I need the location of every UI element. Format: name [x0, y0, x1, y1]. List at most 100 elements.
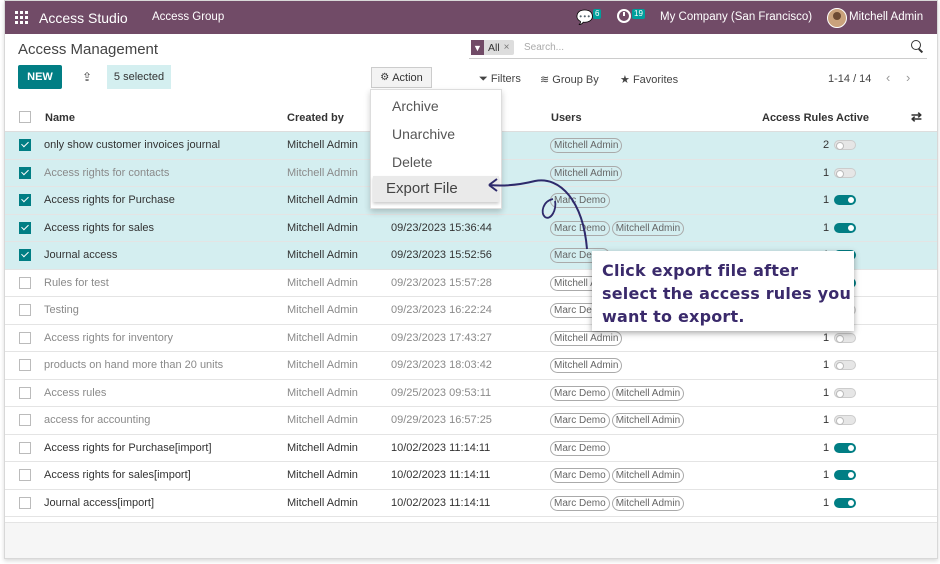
active-toggle[interactable] — [834, 360, 856, 370]
row-checkbox[interactable] — [19, 496, 31, 509]
row-checkbox[interactable] — [19, 304, 31, 316]
chevron-left-icon[interactable]: ‹ — [886, 70, 890, 85]
row-checkbox[interactable] — [19, 386, 31, 399]
table-row[interactable]: Journal access[import] Mitchell Admin 10/0… — [5, 490, 937, 517]
row-users: Marc Demo Mitchell Admin — [550, 468, 686, 483]
active-toggle[interactable] — [834, 195, 856, 205]
row-name[interactable]: Access rights for sales[import] — [44, 469, 191, 481]
row-name[interactable]: Access rights for sales — [44, 222, 154, 234]
user-tag[interactable]: Mitchell Admin — [611, 220, 685, 236]
active-toggle[interactable] — [834, 387, 856, 398]
filters-button[interactable]: ⏷ Filters — [479, 73, 521, 86]
row-checkbox[interactable] — [19, 194, 31, 206]
upload-icon[interactable]: ⇪ — [75, 65, 99, 89]
user-tag[interactable]: Marc Demo — [550, 413, 610, 428]
row-name[interactable]: Testing — [44, 304, 79, 316]
activity-clock-icon[interactable] — [617, 9, 631, 23]
search-bar[interactable]: ▼ All × Search... — [469, 38, 927, 59]
active-toggle[interactable] — [834, 332, 856, 343]
table-row[interactable]: Access rights for sales Mitchell Admin 09/… — [5, 214, 937, 242]
row-date: 09/23/2023 18:03:42 — [391, 359, 492, 371]
row-checkbox[interactable] — [19, 166, 31, 179]
row-checkbox[interactable] — [19, 221, 31, 234]
app-window: Access Studio Access Group 💬 6 19 My Com… — [4, 0, 938, 559]
active-toggle[interactable] — [834, 167, 856, 178]
col-users[interactable]: Users — [551, 112, 582, 124]
user-tag[interactable]: Marc Demo — [550, 495, 610, 511]
row-date: 09/29/2023 16:57:25 — [391, 414, 492, 426]
favorites-button[interactable]: ★ Favorites — [620, 73, 678, 86]
row-name[interactable]: Access rights for inventory — [44, 332, 173, 344]
active-toggle[interactable] — [834, 470, 856, 480]
facet-remove-icon[interactable]: × — [504, 42, 510, 53]
search-input[interactable]: Search... — [524, 42, 564, 53]
row-name[interactable]: only show customer invoices journal — [44, 139, 220, 151]
apps-menu-icon[interactable] — [15, 11, 28, 24]
row-date: 09/25/2023 09:53:11 — [391, 386, 492, 399]
row-name[interactable]: access for accounting — [44, 414, 150, 426]
row-name[interactable]: Journal access[import] — [44, 497, 154, 509]
search-icon[interactable] — [911, 40, 921, 50]
menu-delete[interactable]: Delete — [392, 154, 432, 170]
col-name[interactable]: Name — [45, 112, 75, 124]
row-checkbox[interactable] — [19, 414, 31, 426]
row-checkbox[interactable] — [19, 276, 31, 289]
active-toggle[interactable] — [834, 415, 856, 425]
new-button[interactable]: NEW — [18, 65, 62, 89]
app-title[interactable]: Access Studio — [39, 10, 128, 26]
table-row[interactable]: Access rights for sales[import] Mitchell … — [5, 462, 937, 490]
action-button[interactable]: ⚙ Action — [371, 67, 432, 88]
select-all-checkbox[interactable] — [19, 111, 31, 123]
row-name[interactable]: Access rights for contacts — [44, 167, 169, 179]
active-toggle[interactable] — [834, 222, 856, 233]
menu-unarchive[interactable]: Unarchive — [392, 126, 455, 142]
table-row[interactable]: Access rules Mitchell Admin 09/25/2023 09:… — [5, 380, 937, 407]
row-name[interactable]: Journal access — [44, 249, 117, 261]
user-tag[interactable]: Mitchell Admin — [550, 358, 623, 373]
column-settings-icon[interactable]: ⇄ — [911, 109, 922, 125]
user-tag[interactable]: Marc Demo — [550, 385, 610, 401]
group-by-button[interactable]: ≋ Group By — [540, 73, 599, 86]
menu-export-file[interactable]: Export File — [386, 180, 458, 197]
row-checkbox[interactable] — [19, 331, 31, 344]
col-active[interactable]: Active — [836, 112, 869, 124]
user-tag[interactable]: Marc Demo — [550, 468, 610, 483]
row-name[interactable]: Rules for test — [44, 277, 109, 289]
top-navbar: Access Studio Access Group 💬 6 19 My Com… — [5, 1, 937, 34]
user-tag[interactable]: Marc Demo — [550, 440, 610, 456]
chat-icon[interactable]: 💬 — [576, 9, 593, 26]
row-checkbox[interactable] — [19, 441, 31, 454]
company-switcher[interactable]: My Company (San Francisco) — [660, 11, 812, 23]
active-toggle[interactable] — [834, 442, 856, 453]
row-name[interactable]: Access rights for Purchase[import] — [44, 442, 212, 454]
search-facet[interactable]: ▼ All × — [471, 40, 514, 55]
row-checkbox[interactable] — [19, 249, 31, 261]
pager-value[interactable]: 1-14 / 14 — [828, 73, 871, 85]
active-toggle[interactable] — [834, 497, 856, 508]
row-checkbox[interactable] — [19, 139, 31, 151]
row-name[interactable]: Access rules — [44, 387, 106, 399]
user-tag[interactable]: Mitchell Admin — [611, 495, 685, 511]
row-name[interactable]: products on hand more than 20 units — [44, 359, 223, 371]
table-row[interactable]: products on hand more than 20 units Mitch… — [5, 352, 937, 380]
table-row[interactable]: access for accounting Mitchell Admin 09/29… — [5, 407, 937, 435]
menu-archive[interactable]: Archive — [392, 98, 439, 114]
row-name[interactable]: Access rights for Purchase — [44, 194, 175, 206]
user-tag[interactable]: Mitchell Admin — [611, 385, 685, 401]
active-toggle[interactable] — [834, 140, 856, 150]
chevron-right-icon[interactable]: › — [906, 70, 910, 85]
user-tag[interactable]: Mitchell Admin — [611, 468, 685, 483]
user-tag[interactable]: Mitchell Admin — [550, 138, 623, 153]
col-created-by[interactable]: Created by — [287, 112, 344, 124]
row-access-rules: 1 — [823, 194, 830, 206]
user-tag[interactable]: Mitchell Admin — [611, 413, 685, 428]
user-menu[interactable]: Mitchell Admin — [849, 11, 923, 23]
col-access-rules[interactable]: Access Rules — [762, 112, 834, 124]
table-row[interactable]: Access rights for Purchase[import] Mitche… — [5, 435, 937, 462]
avatar[interactable] — [827, 8, 847, 28]
row-checkbox[interactable] — [19, 469, 31, 481]
user-tag[interactable]: Mitchell Admin — [550, 330, 623, 346]
row-created-by: Mitchell Admin — [287, 386, 358, 399]
row-checkbox[interactable] — [19, 359, 31, 371]
menu-access-group[interactable]: Access Group — [152, 11, 224, 23]
